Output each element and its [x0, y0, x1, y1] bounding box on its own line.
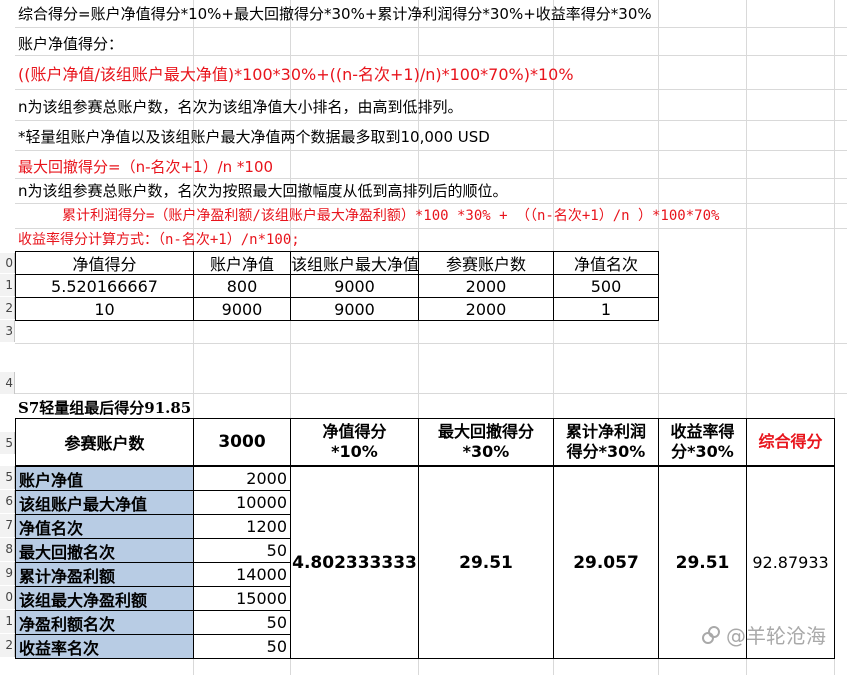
header-drawdown-score[interactable]: 最大回撤得分 *30%: [418, 418, 554, 466]
label-cell[interactable]: 收益率名次: [15, 634, 194, 659]
formula-total[interactable]: 综合得分=账户净值得分*10%+最大回撤得分*30%+累计净利润得分*30%+收…: [18, 2, 652, 26]
final-score-title[interactable]: S7轻量组最后得分91.85: [18, 396, 191, 420]
net-value-score-value[interactable]: 4.802333333: [290, 466, 419, 659]
row-number[interactable]: 0: [0, 253, 15, 273]
value-cell[interactable]: 15000: [193, 586, 291, 611]
header-cumulative-profit-score[interactable]: 累计净利润 得分*30%: [553, 418, 659, 466]
value-cell[interactable]: 10000: [193, 490, 291, 515]
participants-value[interactable]: 3000: [193, 418, 291, 466]
label-cell[interactable]: 累计净盈利额: [15, 562, 194, 587]
value-cell[interactable]: 50: [193, 610, 291, 635]
value-cell[interactable]: 14000: [193, 562, 291, 587]
table-cell[interactable]: 800: [193, 274, 291, 298]
note-ranking[interactable]: n为该组参赛总账户数，名次为该组净值大小排名，由高到低排列。: [18, 95, 463, 119]
table-cell[interactable]: 2000: [418, 297, 554, 321]
header-text: 得分*30%: [566, 442, 646, 461]
formula-cumulative-profit[interactable]: 累计利润得分=（账户净盈利额/该组账户最大净盈利额）*100 *30% + （（…: [62, 204, 719, 228]
cumulative-profit-score-value[interactable]: 29.057: [553, 466, 659, 659]
formula-net-value[interactable]: ((账户净值/该组账户最大净值)*100*30%+((n-名次+1)/n)*10…: [18, 63, 574, 87]
label-cell[interactable]: 最大回撤名次: [15, 538, 194, 563]
header-total-score[interactable]: 综合得分: [746, 418, 835, 466]
grid-line: [15, 150, 847, 151]
header-text: 净值得分: [322, 422, 387, 441]
table-cell[interactable]: 500: [553, 274, 659, 298]
label-cell[interactable]: 账户净值: [15, 466, 194, 491]
header-return-rate-score[interactable]: 收益率得 分*30%: [658, 418, 747, 466]
table-header-cell[interactable]: 净值得分: [15, 251, 194, 275]
watermark: @羊轮沧海: [700, 620, 826, 649]
table-header-cell[interactable]: 账户净值: [193, 251, 291, 275]
row-number[interactable]: 0: [0, 586, 15, 609]
header-net-value-score[interactable]: 净值得分 *10%: [290, 418, 419, 466]
label-cell[interactable]: 净值名次: [15, 514, 194, 539]
label-net-value-score[interactable]: 账户净值得分：: [18, 32, 123, 56]
value-cell[interactable]: 50: [193, 634, 291, 659]
header-text: *30%: [462, 442, 510, 461]
table-cell[interactable]: 9000: [290, 274, 419, 298]
table-cell[interactable]: 5.520166667: [15, 274, 194, 298]
grid-line: [15, 89, 847, 90]
header-text: 分*30%: [671, 442, 734, 461]
table-cell[interactable]: 9000: [193, 297, 291, 321]
drawdown-score-value[interactable]: 29.51: [418, 466, 554, 659]
table-header-cell[interactable]: 参赛账户数: [418, 251, 554, 275]
row-number[interactable]: 4: [0, 372, 15, 394]
row-number[interactable]: 8: [0, 538, 15, 561]
grid-line: [15, 27, 847, 28]
row-number[interactable]: 3: [0, 320, 15, 342]
value-cell[interactable]: 1200: [193, 514, 291, 539]
value-cell[interactable]: 50: [193, 538, 291, 563]
row-number[interactable]: 9: [0, 562, 15, 585]
formula-return-rate[interactable]: 收益率得分计算方式：（n-名次+1）/n*100;: [18, 228, 300, 252]
header-text: 综合得分: [758, 432, 823, 451]
row-number[interactable]: 5: [0, 432, 15, 454]
watermark-text: @羊轮沧海: [726, 624, 826, 648]
grid-line: [15, 393, 847, 394]
table-header-cell[interactable]: 该组账户最大净值: [290, 251, 419, 275]
note-drawdown-ranking[interactable]: n为该组参赛总账户数，名次为按照最大回撤幅度从低到高排列后的顺位。: [18, 179, 508, 203]
row-number[interactable]: 5: [0, 466, 15, 489]
formula-drawdown[interactable]: 最大回撤得分=（n-名次+1）/n *100: [18, 155, 273, 179]
table-cell[interactable]: 1: [553, 297, 659, 321]
grid-line: [15, 120, 847, 121]
note-lightweight-cap[interactable]: *轻量组账户净值以及该组账户最大净值两个数据最多取到10,000 USD: [18, 125, 490, 149]
grid-line: [15, 55, 847, 56]
label-cell[interactable]: 该组最大净盈利额: [15, 586, 194, 611]
label-cell[interactable]: 该组账户最大净值: [15, 490, 194, 515]
row-number[interactable]: 7: [0, 514, 15, 537]
link-icon: [702, 625, 720, 644]
table-header-cell[interactable]: 净值名次: [553, 251, 659, 275]
spreadsheet: 0 1 2 3 4 5 5 6 7 8 9 0 1 2 综合得分=账户净值得分*…: [0, 0, 847, 675]
header-text: 收益率得: [670, 422, 735, 441]
row-number[interactable]: 6: [0, 490, 15, 513]
table-cell[interactable]: 9000: [290, 297, 419, 321]
row-number[interactable]: 2: [0, 634, 15, 657]
label-cell[interactable]: 净盈利额名次: [15, 610, 194, 635]
row-number[interactable]: 1: [0, 610, 15, 633]
value-cell[interactable]: 2000: [193, 466, 291, 491]
table-cell[interactable]: 2000: [418, 274, 554, 298]
header-text: 最大回撤得分: [437, 422, 534, 441]
header-text: *10%: [331, 442, 378, 461]
table-cell[interactable]: 10: [15, 297, 194, 321]
row-number[interactable]: 2: [0, 297, 15, 319]
header-text: 累计净利润: [565, 422, 646, 441]
grid-line: [15, 343, 847, 344]
row-number[interactable]: 1: [0, 274, 15, 296]
participants-label[interactable]: 参赛账户数: [15, 418, 194, 466]
